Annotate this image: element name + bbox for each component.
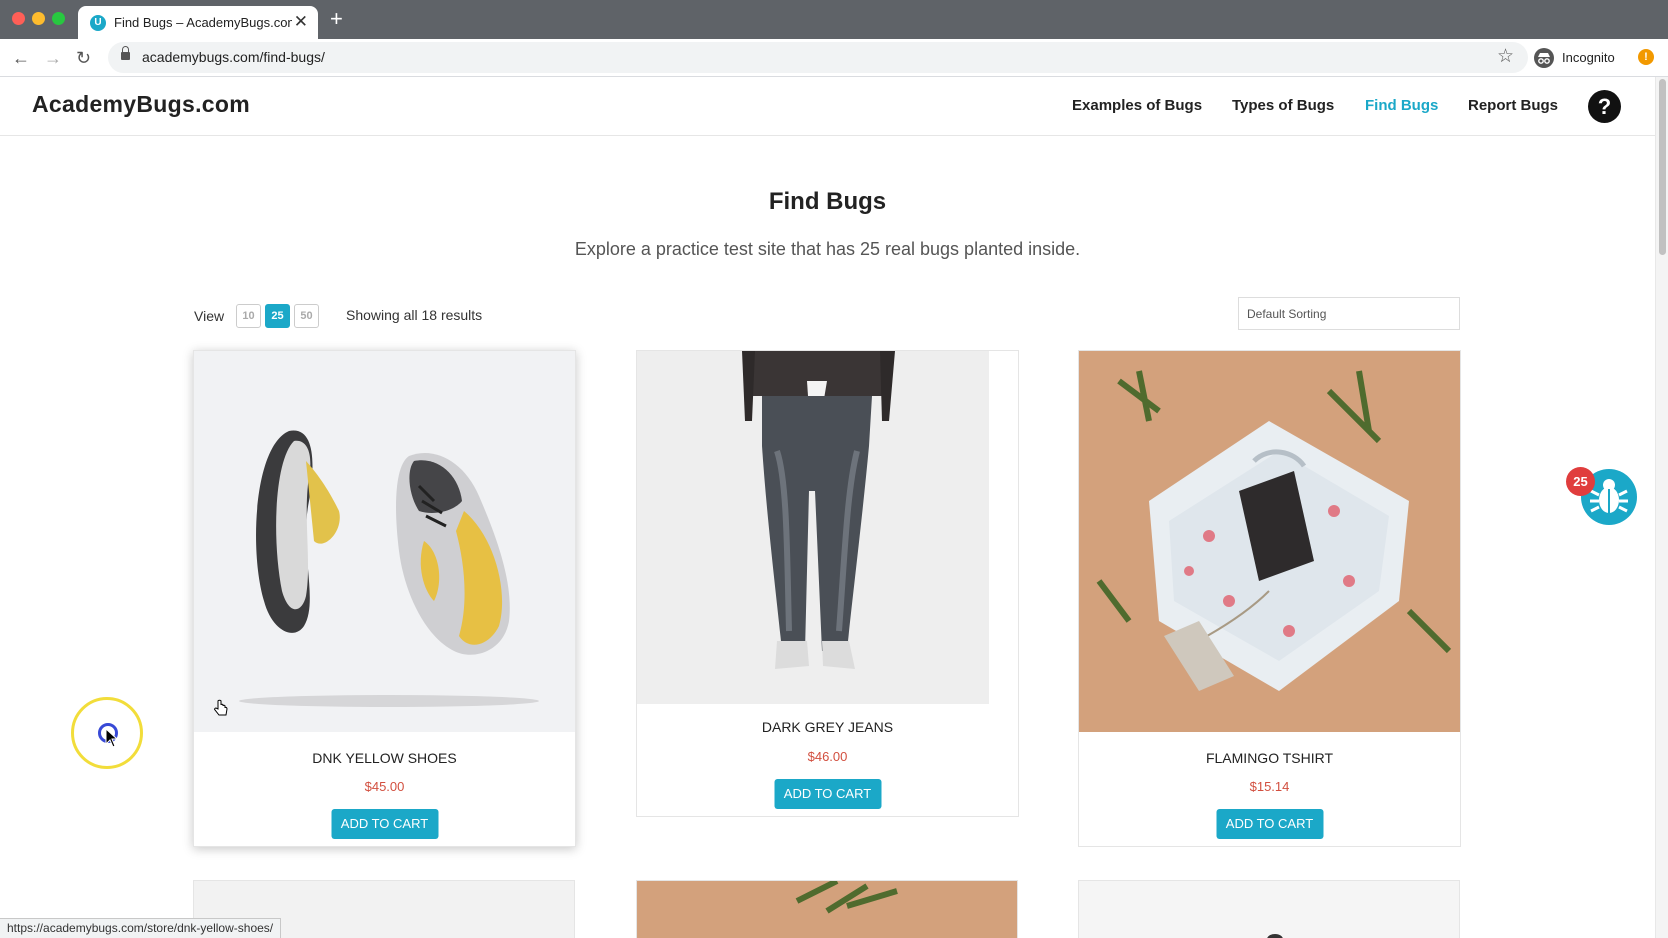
forward-arrow-icon[interactable]: → [44, 47, 62, 69]
product-name[interactable]: DNK Yellow Shoes [194, 750, 575, 766]
incognito-label: Incognito [1562, 50, 1615, 65]
incognito-icon [1534, 48, 1554, 68]
bug-count-badge: 25 [1566, 467, 1595, 496]
new-tab-icon[interactable]: + [330, 8, 343, 30]
address-bar[interactable]: academybugs.com/find-bugs/ ☆ [108, 42, 1528, 73]
view-25-button[interactable]: 25 [265, 304, 290, 328]
product-card-shoes[interactable]: DNK Yellow Shoes $45.00 Add to cart [193, 350, 576, 847]
favicon-icon: U [90, 15, 106, 31]
nav-report-bugs[interactable]: Report Bugs [1468, 97, 1558, 114]
window-close-button[interactable] [12, 12, 25, 25]
browser-tab[interactable]: U Find Bugs – AcademyBugs.com ✕ [78, 6, 318, 39]
window-maximize-button[interactable] [52, 12, 65, 25]
page-subtitle: Explore a practice test site that has 25… [574, 239, 1081, 259]
tab-title: Find Bugs – AcademyBugs.com [114, 15, 292, 30]
shoes-image[interactable] [194, 351, 575, 732]
page-scrollbar[interactable] [1655, 77, 1668, 938]
url-text[interactable]: academybugs.com/find-bugs/ [142, 49, 325, 65]
results-count: Showing all 18 results [346, 307, 483, 323]
product-name[interactable]: Dark Grey Jeans [637, 719, 1018, 735]
browser-toolbar: ← → ↻ academybugs.com/find-bugs/ ☆ [0, 39, 1668, 77]
add-to-cart-button[interactable]: Add to cart [331, 809, 438, 839]
back-arrow-icon[interactable]: ← [12, 47, 30, 69]
tshirt-image[interactable] [1079, 351, 1460, 732]
window-minimize-button[interactable] [32, 12, 45, 25]
nav-examples-of-bugs[interactable]: Examples of Bugs [1072, 97, 1202, 114]
lock-icon [121, 46, 130, 60]
alert-icon[interactable]: ! [1638, 49, 1654, 65]
view-50-button[interactable]: 50 [294, 304, 319, 328]
hand-pointer-icon [214, 699, 228, 716]
site-header: AcademyBugs.com Examples of Bugs Types o… [0, 77, 1655, 136]
jeans-image[interactable] [637, 351, 1018, 704]
nav-types-of-bugs[interactable]: Types of Bugs [1232, 97, 1334, 114]
scrollbar-thumb[interactable] [1659, 79, 1666, 255]
sort-select[interactable]: Default Sorting [1238, 297, 1460, 330]
help-icon[interactable]: ? [1588, 90, 1621, 123]
add-to-cart-button[interactable]: Add to cart [1216, 809, 1323, 839]
product-card-partial[interactable] [1078, 880, 1460, 938]
product-card-tshirt[interactable]: Flamingo Tshirt $15.14 Add to cart [1078, 350, 1461, 847]
tab-close-icon[interactable]: ✕ [294, 12, 308, 32]
view-label: View [194, 308, 225, 324]
add-to-cart-button[interactable]: Add to cart [774, 779, 881, 809]
product-card-partial[interactable] [636, 880, 1018, 938]
view-10-button[interactable]: 10 [236, 304, 261, 328]
product-price: $45.00 [364, 779, 405, 794]
bookmark-star-icon[interactable]: ☆ [1497, 45, 1514, 68]
product-price: $46.00 [807, 749, 848, 764]
browser-tab-bar: U Find Bugs – AcademyBugs.com ✕ + [0, 0, 1668, 39]
site-logo[interactable]: AcademyBugs.com [32, 91, 250, 118]
product-card-jeans[interactable]: Dark Grey Jeans $46.00 Add to cart [636, 350, 1019, 817]
page-title: Find Bugs [768, 188, 887, 215]
mouse-pointer-icon [105, 728, 119, 748]
nav-find-bugs[interactable]: Find Bugs [1365, 97, 1438, 114]
reload-icon[interactable]: ↻ [76, 47, 91, 69]
product-name[interactable]: Flamingo Tshirt [1079, 750, 1460, 766]
status-bar-url: https://academybugs.com/store/dnk-yellow… [0, 918, 282, 938]
product-price: $15.14 [1249, 779, 1290, 794]
